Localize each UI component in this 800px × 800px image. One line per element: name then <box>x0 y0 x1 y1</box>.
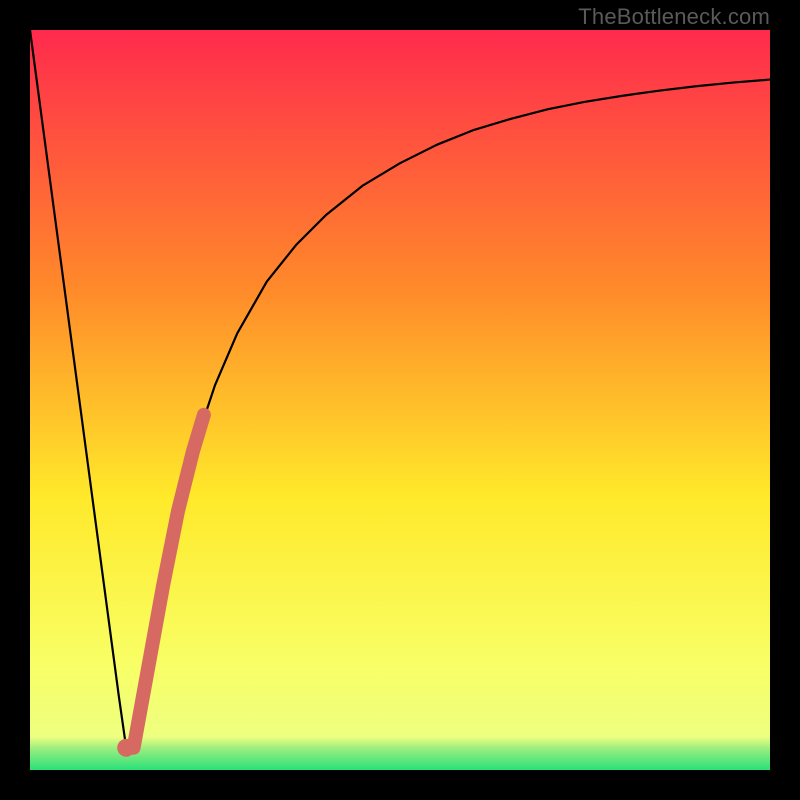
bottleneck-curve <box>30 30 770 748</box>
plot-area <box>30 30 770 770</box>
curve-layer <box>30 30 770 770</box>
chart-frame: TheBottleneck.com <box>0 0 800 800</box>
watermark-text: TheBottleneck.com <box>578 4 770 30</box>
highlight-segment <box>126 415 204 748</box>
highlight-dot <box>117 739 135 757</box>
